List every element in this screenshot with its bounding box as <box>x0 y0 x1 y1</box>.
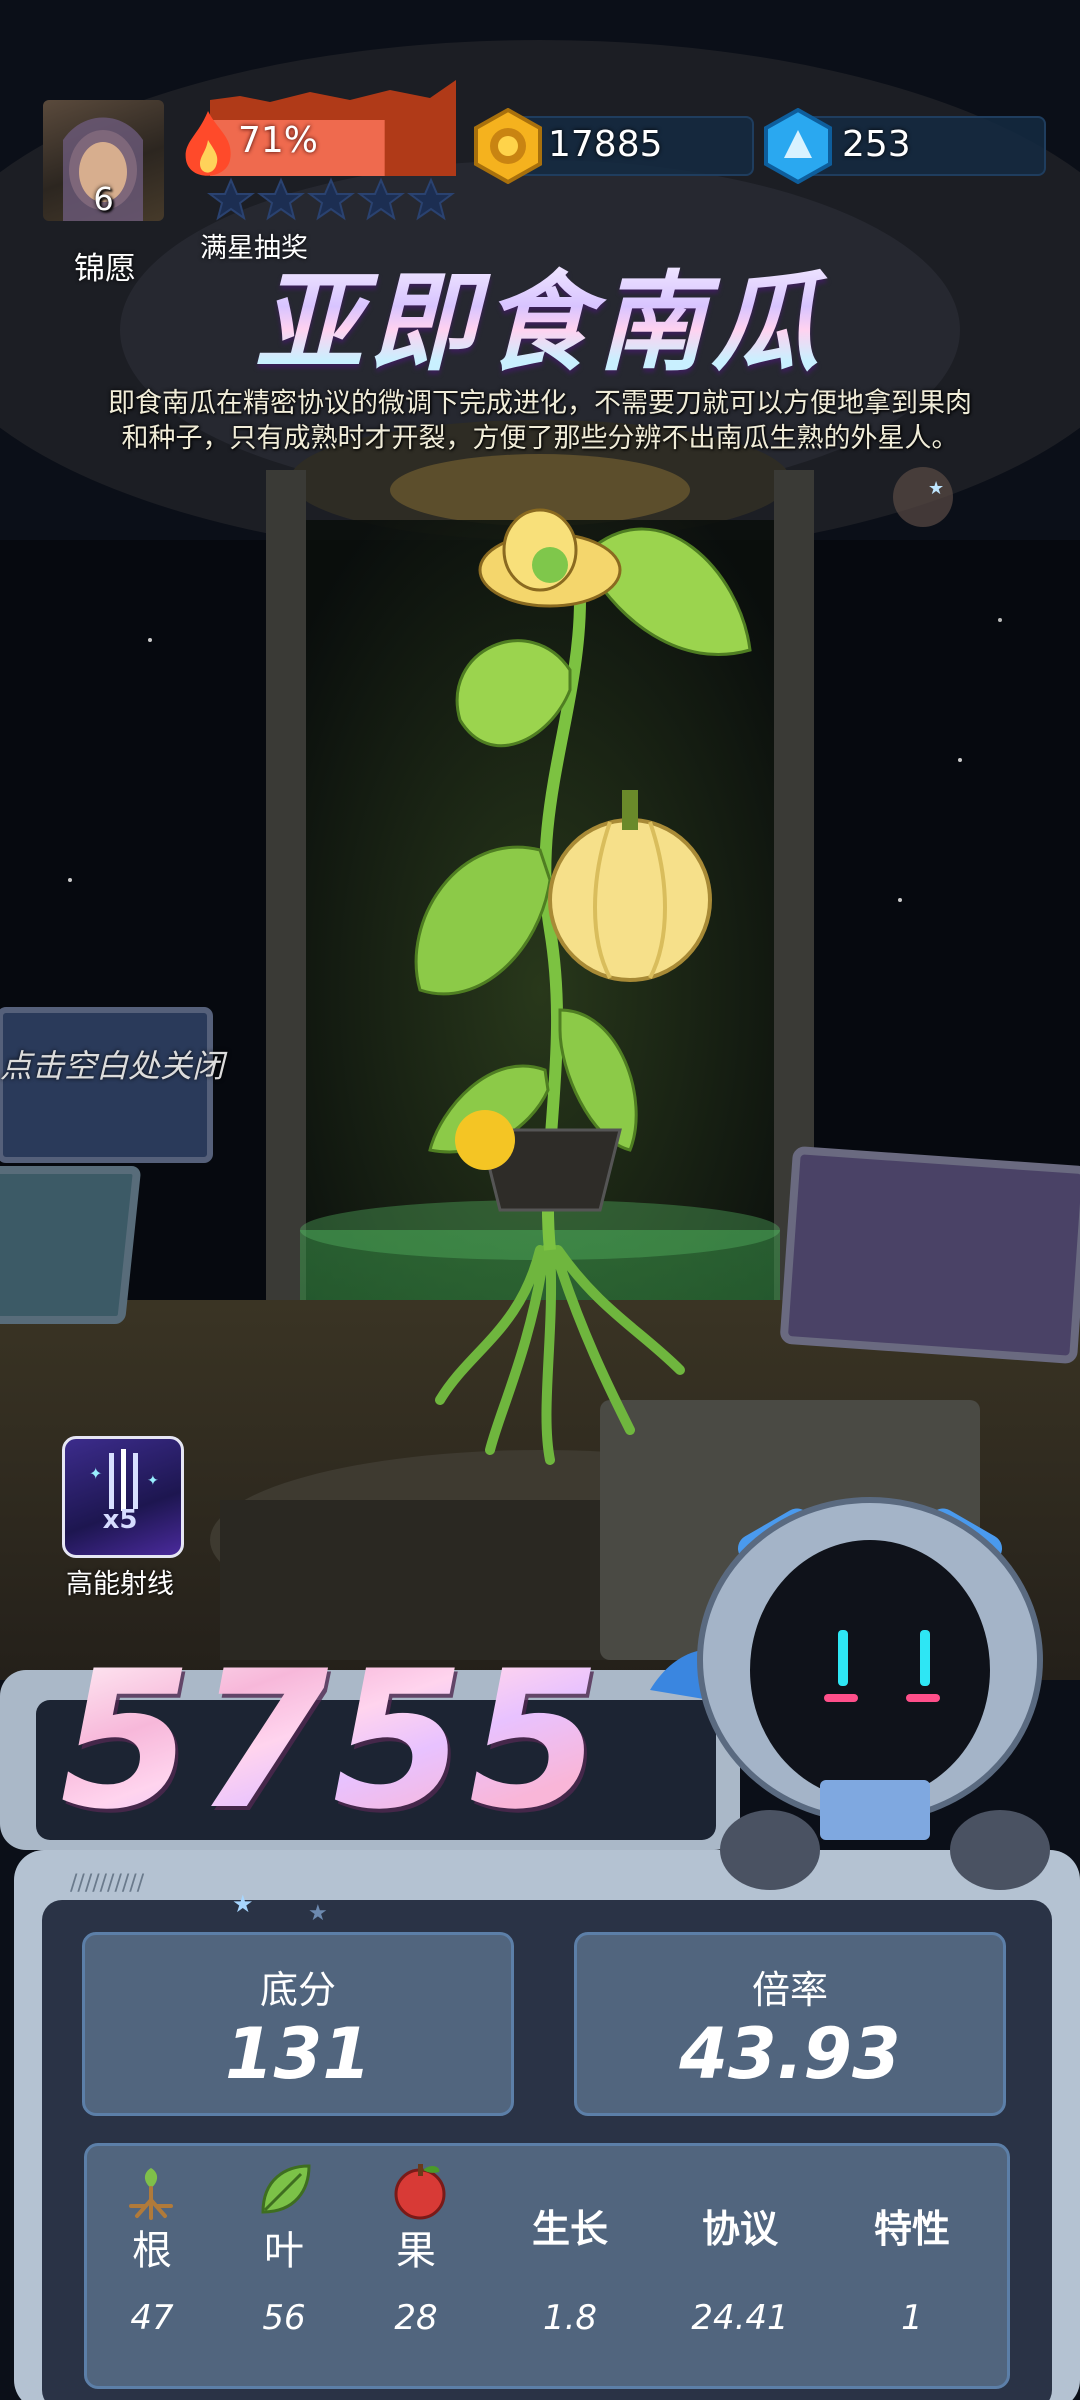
multiplier-label: 倍率 <box>751 1968 828 2012</box>
stat-label: 协议 <box>701 2207 778 2251</box>
stat-value: 56 <box>262 2298 306 2338</box>
energy-percent: 71% <box>238 120 319 161</box>
base-score-label: 底分 <box>259 1968 336 2012</box>
svg-text:★: ★ <box>928 478 944 499</box>
star-slot-icon <box>407 177 455 221</box>
svg-text:★: ★ <box>308 1901 328 1926</box>
svg-text://////////: ////////// <box>70 1871 145 1896</box>
svg-text:✦: ✦ <box>89 1464 102 1483</box>
stat-label: 叶 <box>264 2228 304 2274</box>
coin-amount: 17885 <box>548 124 663 165</box>
stat-value: 1.8 <box>542 2298 598 2338</box>
player-level: 6 <box>93 180 114 218</box>
stat-value: 28 <box>394 2298 438 2338</box>
star-slot-icon <box>257 177 305 221</box>
stat-label: 果 <box>396 2228 436 2274</box>
coin-icon <box>474 108 542 184</box>
leaf-icon <box>261 2164 311 2214</box>
coin-counter[interactable]: 17885 <box>510 116 754 176</box>
stat-value: 47 <box>130 2298 174 2338</box>
root-icon <box>129 2168 173 2220</box>
stat-value: 24.41 <box>691 2298 789 2338</box>
plant-title: 亚即食南瓜 <box>0 236 1080 392</box>
skill-count: x5 <box>102 1505 138 1535</box>
star-progress <box>206 176 456 222</box>
base-score-value: 131 <box>224 2013 372 2095</box>
description-line: 和种子，只有成熟时才开裂，方便了那些分辨不出南瓜生熟的外星人。 <box>121 423 959 454</box>
star-slot-icon <box>357 177 405 221</box>
robot-mascot <box>650 1497 1050 1890</box>
star-slot-icon <box>207 177 255 221</box>
fire-icon <box>185 111 231 176</box>
multiplier-card: 倍率 43.93 <box>574 1932 1006 2116</box>
gem-icon <box>764 108 832 184</box>
svg-text:★: ★ <box>232 1890 254 1918</box>
stat-label: 生长 <box>531 2207 608 2251</box>
base-score-card: 底分 131 <box>82 1932 514 2116</box>
fruit-icon <box>394 2164 446 2220</box>
star-slot-icon <box>307 177 355 221</box>
description-line: 即食南瓜在精密协议的微调下完成进化，不需要刀就可以方便地拿到果肉 <box>108 388 972 419</box>
stat-label: 根 <box>132 2228 172 2274</box>
skill-label: 高能射线 <box>66 1569 174 1600</box>
stat-label: 特性 <box>873 2207 950 2251</box>
multiplier-value: 43.93 <box>679 2013 901 2095</box>
svg-text:✦: ✦ <box>147 1473 159 1489</box>
skill-button[interactable]: ✦ ✦ <box>62 1436 184 1558</box>
total-score: 5755 <box>60 1630 605 1851</box>
beam-icon: ✦ ✦ <box>89 1449 159 1511</box>
stat-value: 1 <box>901 2298 923 2338</box>
stats-card: 根 47 叶 56 果 28 生长 1.8 协议 24.41 特性 1 <box>84 2143 1010 2389</box>
pumpkin-plant-illustration <box>414 508 752 1465</box>
close-hint[interactable]: 点击空白处关闭 <box>0 1041 224 1087</box>
plant-description: 即食南瓜在精密协议的微调下完成进化，不需要刀就可以方便地拿到果肉 和种子，只有成… <box>70 386 1010 456</box>
gem-amount: 253 <box>842 124 911 165</box>
orb-decoration: ★ <box>893 467 953 527</box>
